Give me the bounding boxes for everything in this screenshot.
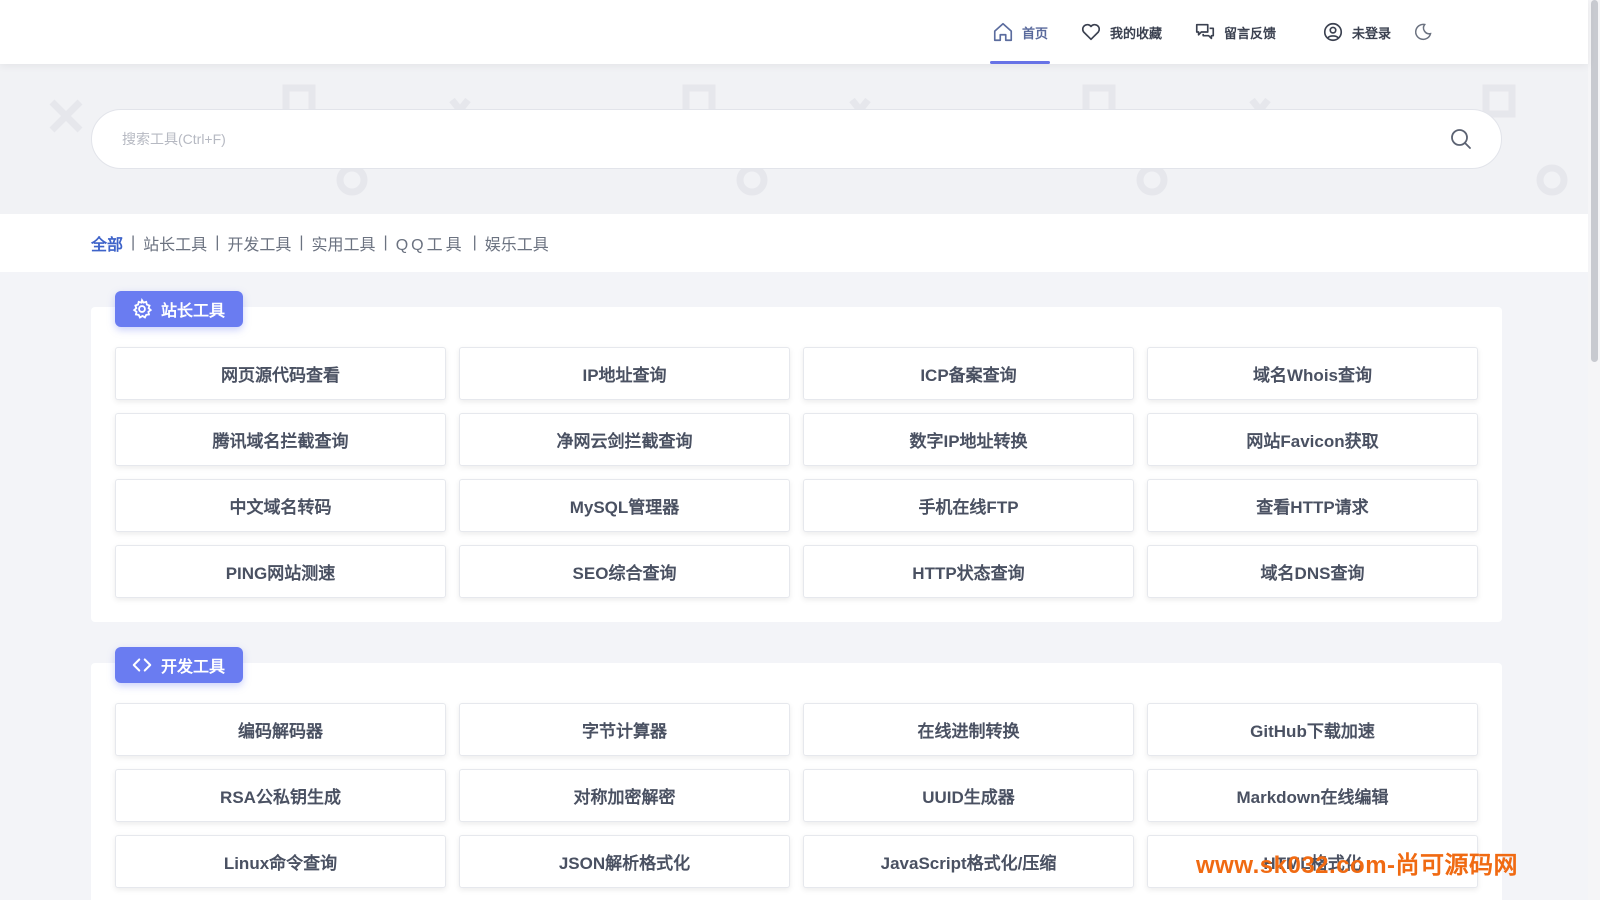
heart-icon (1081, 23, 1101, 41)
nav-favorites[interactable]: 我的收藏 (1080, 0, 1162, 64)
tool-button[interactable]: 中文域名转码 (115, 479, 446, 532)
category-dev[interactable]: 开发工具 (227, 231, 291, 255)
category-bar: 全部 | 站长工具 | 开发工具 | 实用工具 | QQ工具 | 娱乐工具 (0, 214, 1588, 272)
category-separator: | (472, 234, 477, 251)
theme-toggle[interactable] (1413, 22, 1433, 42)
tool-button[interactable]: 在线进制转换 (803, 703, 1134, 756)
scrollbar-thumb[interactable] (1591, 0, 1598, 362)
nav-login-label: 未登录 (1352, 25, 1392, 41)
tool-button[interactable]: 网页源代码查看 (115, 347, 446, 400)
page: 首页 我的收藏 留言反馈 未登录 搜索工具(Ctrl+F) 全部 | 站长工具 … (0, 0, 1600, 900)
chat-icon (1195, 23, 1215, 40)
tool-button[interactable]: IP地址查询 (459, 347, 790, 400)
gear-icon (132, 298, 153, 319)
tool-button[interactable]: PING网站测速 (115, 545, 446, 598)
tool-button[interactable]: 净网云剑拦截查询 (459, 413, 790, 466)
watermark: www.sk032.com-尚可源码网 (1196, 852, 1519, 879)
tool-button[interactable]: UUID生成器 (803, 769, 1134, 822)
home-icon (993, 22, 1013, 42)
tool-button[interactable]: 查看HTTP请求 (1147, 479, 1478, 532)
tool-button[interactable]: 手机在线FTP (803, 479, 1134, 532)
nav-favorites-label: 我的收藏 (1110, 25, 1163, 41)
moon-icon (1415, 23, 1432, 41)
section-dev-label: 开发工具 (115, 647, 244, 683)
nav-feedback[interactable]: 留言反馈 (1194, 0, 1276, 64)
top-nav: 首页 我的收藏 留言反馈 未登录 (989, 0, 1433, 64)
tool-button[interactable]: JavaScript格式化/压缩 (803, 835, 1134, 888)
search-input[interactable] (122, 110, 1422, 168)
category-separator: | (131, 234, 136, 251)
category-fun[interactable]: 娱乐工具 (485, 231, 549, 255)
tool-button[interactable]: GitHub下载加速 (1147, 703, 1478, 756)
tool-button[interactable]: 字节计算器 (459, 703, 790, 756)
section-dev-title: 开发工具 (161, 659, 226, 676)
tool-button[interactable]: SEO综合查询 (459, 545, 790, 598)
section-webmaster: 站长工具 网页源代码查看 IP地址查询 ICP备案查询 域名Whois查询 腾讯… (91, 291, 1502, 622)
user-icon (1323, 22, 1343, 42)
section-webmaster-label: 站长工具 (115, 291, 244, 327)
tool-button[interactable]: 域名DNS查询 (1147, 545, 1478, 598)
search-box (91, 109, 1502, 169)
category-qq[interactable]: QQ工具 (396, 231, 465, 255)
section-webmaster-title: 站长工具 (161, 303, 226, 320)
tool-button[interactable]: MySQL管理器 (459, 479, 790, 532)
tool-button[interactable]: HTTP状态查询 (803, 545, 1134, 598)
tool-button[interactable]: 腾讯域名拦截查询 (115, 413, 446, 466)
tool-button[interactable]: Markdown在线编辑 (1147, 769, 1478, 822)
tool-button[interactable]: ICP备案查询 (803, 347, 1134, 400)
category-all[interactable]: 全部 (91, 231, 123, 255)
tool-button[interactable]: 数字IP地址转换 (803, 413, 1134, 466)
search-band (0, 64, 1588, 214)
tool-button[interactable]: 域名Whois查询 (1147, 347, 1478, 400)
search-icon[interactable] (1449, 127, 1473, 151)
category-separator: | (215, 234, 220, 251)
category-separator: | (299, 234, 304, 251)
tool-button[interactable]: 对称加密解密 (459, 769, 790, 822)
tool-button[interactable]: JSON解析格式化 (459, 835, 790, 888)
top-header: 首页 我的收藏 留言反馈 未登录 (0, 0, 1588, 64)
nav-feedback-label: 留言反馈 (1224, 25, 1277, 41)
tool-button[interactable]: RSA公私钥生成 (115, 769, 446, 822)
tool-button[interactable]: 编码解码器 (115, 703, 446, 756)
nav-home-label: 首页 (1022, 25, 1049, 41)
nav-home[interactable]: 首页 (989, 0, 1051, 64)
code-icon (132, 658, 152, 672)
category-separator: | (383, 234, 388, 251)
tool-button[interactable]: 网站Favicon获取 (1147, 413, 1478, 466)
category-webmaster[interactable]: 站长工具 (143, 231, 207, 255)
category-utility[interactable]: 实用工具 (312, 231, 376, 255)
scrollbar[interactable] (1588, 0, 1600, 900)
tool-grid-webmaster: 网页源代码查看 IP地址查询 ICP备案查询 域名Whois查询 腾讯域名拦截查… (115, 347, 1478, 598)
tool-button[interactable]: Linux命令查询 (115, 835, 446, 888)
nav-login[interactable]: 未登录 (1322, 0, 1391, 64)
